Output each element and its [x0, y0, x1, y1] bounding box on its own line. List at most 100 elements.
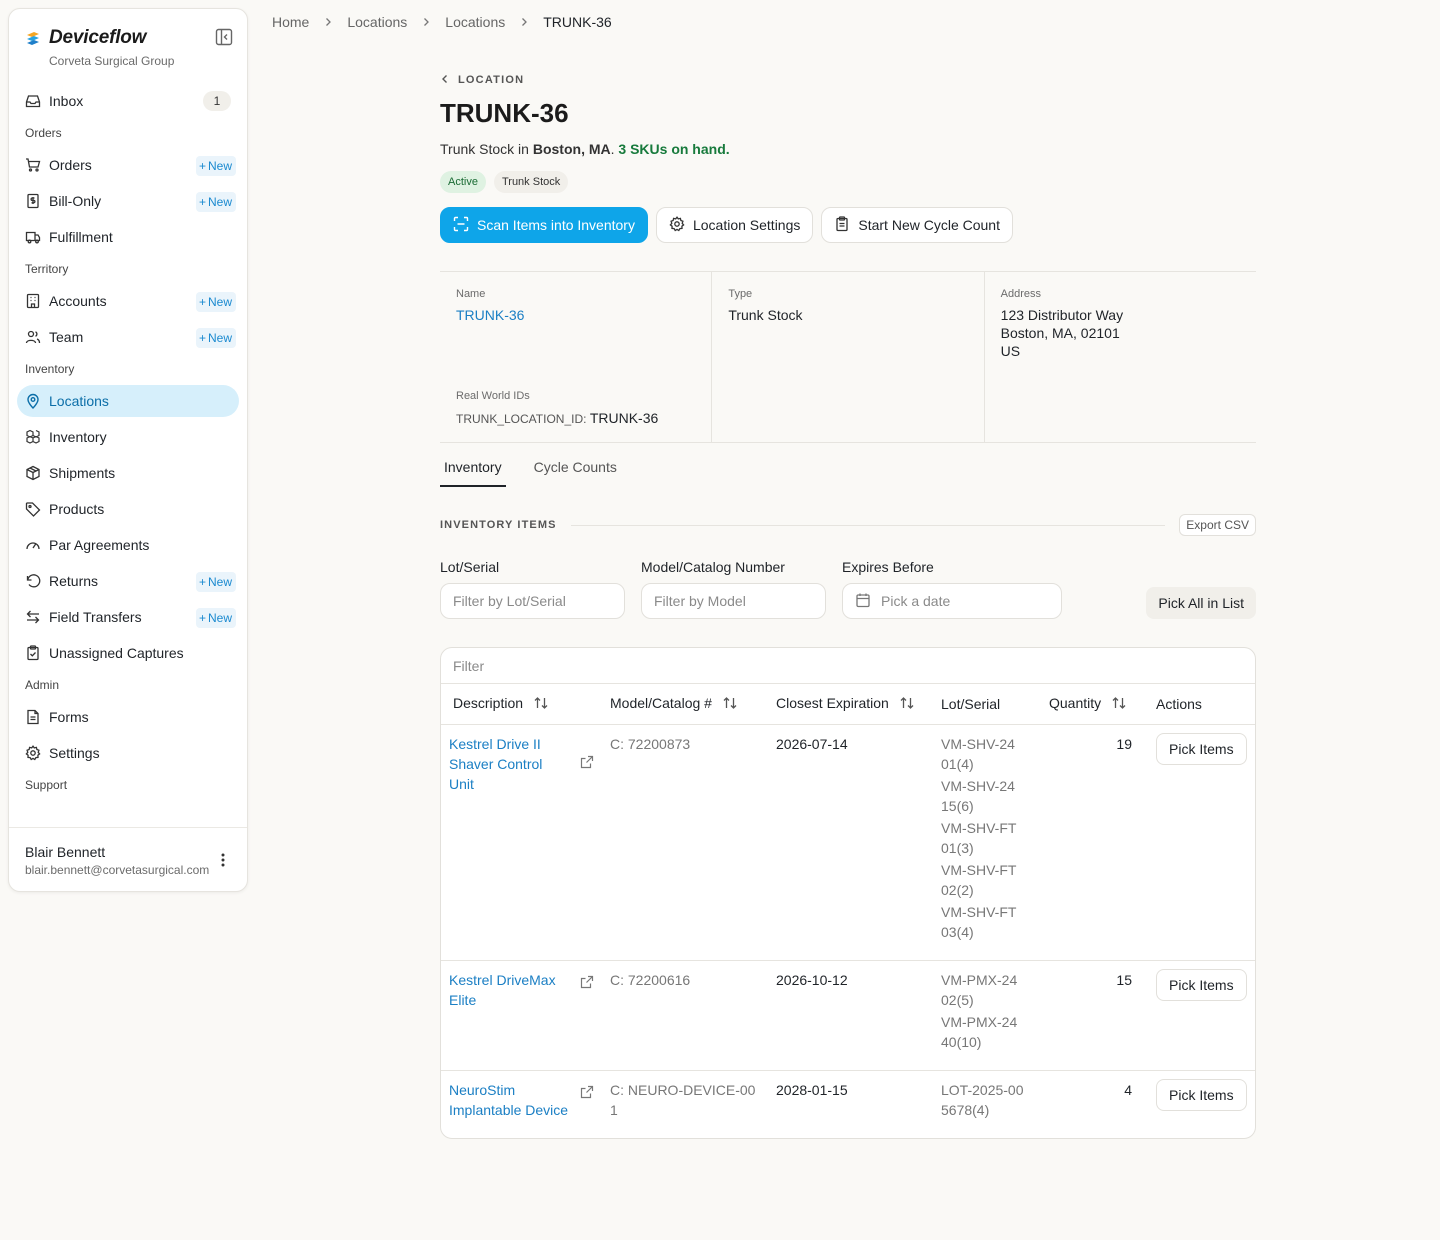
- chevron-right-icon: [519, 15, 529, 30]
- brand-name: Deviceflow: [49, 27, 147, 48]
- tab-cycle-counts[interactable]: Cycle Counts: [530, 453, 621, 487]
- breadcrumb-home[interactable]: Home: [272, 14, 309, 30]
- quantity-cell: 19: [1041, 724, 1148, 961]
- column-label: Model/Catalog #: [610, 694, 712, 711]
- product-link[interactable]: Kestrel DriveMax Elite: [449, 970, 559, 1010]
- location-details: Name TRUNK-36 Real World IDs TRUNK_LOCAT…: [440, 271, 1256, 443]
- sidebar-item-accounts[interactable]: Accounts + New: [17, 285, 239, 317]
- expiration-cell: 2026-10-12: [764, 960, 933, 1071]
- new-bill-only-button[interactable]: + New: [195, 192, 236, 212]
- column-header-description[interactable]: Description: [441, 684, 602, 725]
- new-pill-label: New: [207, 331, 232, 345]
- pick-items-button[interactable]: Pick Items: [1156, 968, 1247, 1001]
- lot-filter-input[interactable]: Filter by Lot/Serial: [440, 583, 625, 619]
- page-subtitle: Trunk Stock in Boston, MA. 3 SKUs on han…: [440, 141, 1256, 157]
- new-account-button[interactable]: + New: [195, 292, 236, 312]
- sort-icon[interactable]: [533, 696, 549, 713]
- divider: [570, 524, 1166, 526]
- location-settings-button[interactable]: Location Settings: [655, 207, 814, 243]
- plus-icon: +: [198, 195, 206, 209]
- sort-icon[interactable]: [1111, 696, 1127, 713]
- sidebar-item-locations[interactable]: Locations: [17, 385, 239, 417]
- model-filter-input[interactable]: Filter by Model: [641, 583, 826, 619]
- new-return-button[interactable]: + New: [195, 572, 236, 592]
- description-cell[interactable]: Kestrel Drive II Shaver Control Unit: [441, 724, 602, 961]
- pick-items-button[interactable]: Pick Items: [1156, 1078, 1247, 1111]
- pick-items-button[interactable]: Pick Items: [1156, 732, 1247, 765]
- sidebar-item-team[interactable]: Team + New: [17, 321, 239, 353]
- lot-entry: VM-SHV-2401(4): [941, 735, 1015, 772]
- sidebar-item-returns[interactable]: Returns + New: [17, 565, 239, 597]
- actions-cell: Pick Items: [1148, 960, 1255, 1071]
- column-label: Closest Expiration: [776, 694, 889, 711]
- chevron-right-icon: [421, 15, 431, 30]
- breadcrumb-locations-list[interactable]: Locations: [445, 14, 505, 30]
- sort-icon[interactable]: [899, 696, 915, 713]
- name-value[interactable]: TRUNK-36: [456, 306, 695, 324]
- type-label: Type: [728, 288, 753, 300]
- lot-cell: VM-PMX-2402(5) VM-PMX-2440(10): [933, 960, 1041, 1071]
- product-link[interactable]: Kestrel Drive II Shaver Control Unit: [449, 734, 559, 794]
- external-link-icon[interactable]: [580, 1084, 594, 1120]
- sidebar-item-shipments[interactable]: Shipments: [17, 457, 239, 489]
- real-world-id: TRUNK_LOCATION_ID: TRUNK-36: [456, 410, 658, 426]
- sidebar-item-unassigned-captures[interactable]: Unassigned Captures: [17, 637, 239, 669]
- plus-icon: +: [198, 575, 206, 589]
- sidebar-item-field-transfers[interactable]: Field Transfers + New: [17, 601, 239, 633]
- clipboard-list-icon: [834, 215, 850, 235]
- filters: Lot/Serial Filter by Lot/Serial Model/Ca…: [440, 559, 1256, 631]
- quantity-cell: 4: [1124, 1081, 1132, 1098]
- sidebar-item-bill-only[interactable]: Bill-Only + New: [17, 185, 239, 217]
- boxes-icon: [25, 429, 41, 445]
- external-link-icon[interactable]: [580, 754, 594, 794]
- column-header-expiration[interactable]: Closest Expiration: [764, 684, 933, 725]
- sidebar-item-products[interactable]: Products: [17, 493, 239, 525]
- back-link-label: LOCATION: [458, 74, 525, 86]
- more-vertical-icon[interactable]: [217, 852, 229, 868]
- chevron-right-icon: [323, 15, 333, 30]
- product-link[interactable]: NeuroStim Implantable Device: [449, 1080, 574, 1120]
- table-filter-input[interactable]: Filter: [441, 648, 1255, 684]
- type-value: Trunk Stock: [728, 307, 803, 323]
- sidebar-item-settings[interactable]: Settings: [17, 737, 239, 769]
- pick-all-button[interactable]: Pick All in List: [1146, 587, 1256, 619]
- scan-items-button[interactable]: Scan Items into Inventory: [440, 207, 648, 243]
- collapse-sidebar-icon[interactable]: [215, 28, 233, 46]
- external-link-icon[interactable]: [580, 974, 594, 1010]
- sidebar-item-orders[interactable]: Orders + New: [17, 149, 239, 181]
- sidebar-item-inventory[interactable]: Inventory: [17, 421, 239, 453]
- column-header-quantity[interactable]: Quantity: [1041, 684, 1148, 725]
- brand[interactable]: Deviceflow: [25, 27, 146, 49]
- date-picker-placeholder: Pick a date: [881, 593, 951, 609]
- sidebar-item-label: Returns: [49, 573, 99, 589]
- sort-icon[interactable]: [722, 696, 738, 713]
- new-field-transfer-button[interactable]: + New: [195, 608, 236, 628]
- truck-icon: [25, 229, 41, 245]
- export-csv-button[interactable]: Export CSV: [1179, 514, 1256, 536]
- sidebar-item-fulfillment[interactable]: Fulfillment: [17, 221, 239, 253]
- lot-cell: LOT-2025-005678(4): [933, 1070, 1041, 1138]
- column-header-model[interactable]: Model/Catalog #: [602, 684, 764, 725]
- date-picker-input[interactable]: Pick a date: [842, 583, 1062, 619]
- lot-entry: VM-SHV-2415(6): [941, 777, 1015, 814]
- lot-entry: LOT-2025-005678(4): [941, 1081, 1024, 1118]
- new-team-button[interactable]: + New: [195, 328, 236, 348]
- location-settings-label: Location Settings: [692, 217, 801, 233]
- start-cycle-count-button[interactable]: Start New Cycle Count: [821, 207, 1013, 243]
- description-cell[interactable]: NeuroStim Implantable Device: [441, 1070, 602, 1138]
- table-filter-placeholder: Filter: [453, 657, 485, 674]
- lot-filter-label: Lot/Serial: [440, 559, 500, 575]
- sidebar-item-forms[interactable]: Forms: [17, 701, 239, 733]
- org-name: Corveta Surgical Group: [49, 54, 175, 68]
- breadcrumb-locations[interactable]: Locations: [347, 14, 407, 30]
- sidebar-item-par-agreements[interactable]: Par Agreements: [17, 529, 239, 561]
- model-filter-placeholder: Filter by Model: [654, 593, 746, 609]
- column-label: Description: [453, 694, 524, 711]
- back-to-locations-link[interactable]: LOCATION: [440, 70, 1256, 90]
- new-order-button[interactable]: + New: [195, 156, 236, 176]
- sidebar-item-inbox[interactable]: Inbox 1: [17, 85, 239, 117]
- tab-inventory[interactable]: Inventory: [440, 453, 506, 487]
- description-cell[interactable]: Kestrel DriveMax Elite: [441, 960, 602, 1071]
- gear-icon: [25, 745, 41, 761]
- address-line-3: US: [1000, 343, 1021, 359]
